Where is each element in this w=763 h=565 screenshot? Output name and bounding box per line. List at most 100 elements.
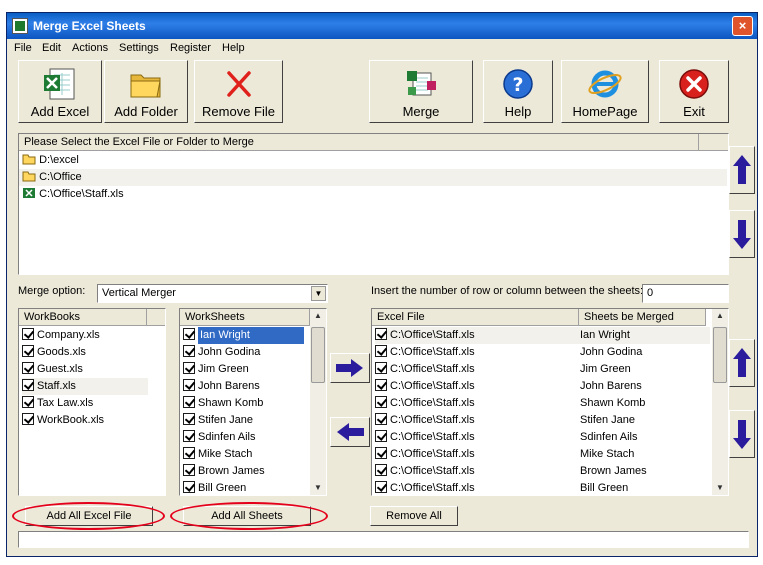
scroll-thumb[interactable] xyxy=(713,327,727,383)
checkbox[interactable] xyxy=(183,464,195,476)
checkbox[interactable] xyxy=(22,362,34,374)
exit-button[interactable]: Exit xyxy=(659,60,729,123)
checkbox[interactable] xyxy=(183,345,195,357)
worksheet-label: Ian Wright xyxy=(198,327,304,344)
checkbox[interactable] xyxy=(375,362,387,374)
workbooks-list[interactable]: WorkBooks Company.xls Goods.xls Guest.xls S… xyxy=(18,308,166,496)
file-list-item[interactable]: C:\Office\Staff.xls xyxy=(22,186,722,203)
merge-table-row[interactable]: C:\Office\Staff.xls Brown James xyxy=(375,463,710,480)
checkbox[interactable] xyxy=(183,481,195,493)
scroll-up-icon[interactable]: ▲ xyxy=(310,309,326,323)
menu-register[interactable]: Register xyxy=(170,42,211,54)
checkbox[interactable] xyxy=(183,396,195,408)
scroll-thumb[interactable] xyxy=(311,327,325,383)
app-icon xyxy=(12,18,28,34)
worksheet-label: Jim Green xyxy=(198,363,249,375)
add-to-merge-button[interactable] xyxy=(330,353,370,383)
checkbox[interactable] xyxy=(375,464,387,476)
checkbox[interactable] xyxy=(183,413,195,425)
worksheet-item[interactable]: John Godina xyxy=(183,344,309,361)
scroll-down-icon[interactable]: ▼ xyxy=(310,481,326,495)
checkbox[interactable] xyxy=(375,328,387,340)
merge-table-row[interactable]: C:\Office\Staff.xls John Barens xyxy=(375,378,710,395)
worksheet-item[interactable]: Bill Green xyxy=(183,480,309,495)
workbook-item[interactable]: Goods.xls xyxy=(22,344,148,361)
file-list-panel[interactable]: Please Select the Excel File or Folder t… xyxy=(18,133,729,275)
worksheet-item[interactable]: Mike Stach xyxy=(183,446,309,463)
merge-button[interactable]: Merge xyxy=(369,60,473,123)
help-button[interactable]: ? Help xyxy=(483,60,553,123)
merge-move-down-button[interactable] xyxy=(729,410,755,458)
worksheet-item[interactable]: Jim Green xyxy=(183,361,309,378)
checkbox[interactable] xyxy=(22,413,34,425)
file-list-item[interactable]: D:\excel xyxy=(22,152,722,169)
homepage-button[interactable]: HomePage xyxy=(561,60,649,123)
scroll-down-icon[interactable]: ▼ xyxy=(712,481,728,495)
worksheet-item[interactable]: Sdinfen Ails xyxy=(183,429,309,446)
worksheet-item[interactable]: Stifen Jane xyxy=(183,412,309,429)
move-down-button[interactable] xyxy=(729,210,755,258)
move-up-button[interactable] xyxy=(729,146,755,194)
menu-help[interactable]: Help xyxy=(222,42,245,54)
merge-move-up-button[interactable] xyxy=(729,339,755,387)
add-excel-button[interactable]: Add Excel xyxy=(18,60,102,123)
chevron-down-icon[interactable]: ▼ xyxy=(311,286,326,301)
checkbox[interactable] xyxy=(183,328,195,340)
checkbox[interactable] xyxy=(183,447,195,459)
workbook-item[interactable]: Staff.xls xyxy=(22,378,148,395)
checkbox[interactable] xyxy=(22,396,34,408)
worksheets-scrollbar[interactable]: ▲ ▼ xyxy=(310,309,326,495)
remove-file-button[interactable]: Remove File xyxy=(194,60,283,123)
menu-actions[interactable]: Actions xyxy=(72,42,108,54)
workbook-item[interactable]: Guest.xls xyxy=(22,361,148,378)
checkbox[interactable] xyxy=(22,328,34,340)
checkbox[interactable] xyxy=(375,396,387,408)
checkbox[interactable] xyxy=(183,379,195,391)
merge-option-value: Vertical Merger xyxy=(102,287,176,299)
checkbox[interactable] xyxy=(375,413,387,425)
window-close-button[interactable]: × xyxy=(732,16,753,36)
menu-file[interactable]: File xyxy=(14,42,32,54)
merge-option-select[interactable]: Vertical Merger ▼ xyxy=(97,284,328,303)
remove-from-merge-button[interactable] xyxy=(330,417,370,447)
merge-table-row[interactable]: C:\Office\Staff.xls Mike Stach xyxy=(375,446,710,463)
workbook-item[interactable]: Tax Law.xls xyxy=(22,395,148,412)
window-title: Merge Excel Sheets xyxy=(33,19,146,33)
checkbox[interactable] xyxy=(375,379,387,391)
checkbox[interactable] xyxy=(375,481,387,493)
merge-table[interactable]: Excel File Sheets be Merged C:\Office\St… xyxy=(371,308,729,496)
insert-rows-input[interactable]: 0 xyxy=(642,284,729,303)
workbook-item[interactable]: WorkBook.xls xyxy=(22,412,148,429)
merge-table-row[interactable]: C:\Office\Staff.xls Jim Green xyxy=(375,361,710,378)
worksheet-label: Mike Stach xyxy=(198,448,253,460)
remove-all-button[interactable]: Remove All xyxy=(370,506,458,526)
worksheet-item[interactable]: John Barens xyxy=(183,378,309,395)
scroll-up-icon[interactable]: ▲ xyxy=(712,309,728,323)
checkbox[interactable] xyxy=(22,345,34,357)
add-folder-button[interactable]: Add Folder xyxy=(104,60,188,123)
checkbox[interactable] xyxy=(375,430,387,442)
checkbox[interactable] xyxy=(375,447,387,459)
worksheet-item[interactable]: Brown James xyxy=(183,463,309,480)
checkbox[interactable] xyxy=(183,362,195,374)
worksheets-list[interactable]: WorkSheets Ian Wright John Godina Jim Gree… xyxy=(179,308,327,496)
merge-table-row[interactable]: C:\Office\Staff.xls Bill Green xyxy=(375,480,710,495)
file-list-item[interactable]: C:\Office xyxy=(19,169,727,186)
menu-settings[interactable]: Settings xyxy=(119,42,159,54)
merge-file-cell: C:\Office\Staff.xls xyxy=(390,414,475,426)
checkbox[interactable] xyxy=(22,379,34,391)
merge-table-row[interactable]: C:\Office\Staff.xls John Godina xyxy=(375,344,710,361)
checkbox[interactable] xyxy=(375,345,387,357)
checkbox[interactable] xyxy=(183,430,195,442)
folder-icon xyxy=(130,74,161,98)
workbook-item[interactable]: Company.xls xyxy=(22,327,148,344)
merge-table-scrollbar[interactable]: ▲ ▼ xyxy=(712,309,728,495)
merge-table-row[interactable]: C:\Office\Staff.xls Ian Wright xyxy=(375,327,710,344)
menu-edit[interactable]: Edit xyxy=(42,42,61,54)
worksheet-item[interactable]: Shawn Komb xyxy=(183,395,309,412)
merge-table-row[interactable]: C:\Office\Staff.xls Sdinfen Ails xyxy=(375,429,710,446)
worksheet-item[interactable]: Ian Wright xyxy=(183,327,309,344)
merge-table-row[interactable]: C:\Office\Staff.xls Stifen Jane xyxy=(375,412,710,429)
merge-table-row[interactable]: C:\Office\Staff.xls Shawn Komb xyxy=(375,395,710,412)
remove-file-label: Remove File xyxy=(202,104,275,119)
